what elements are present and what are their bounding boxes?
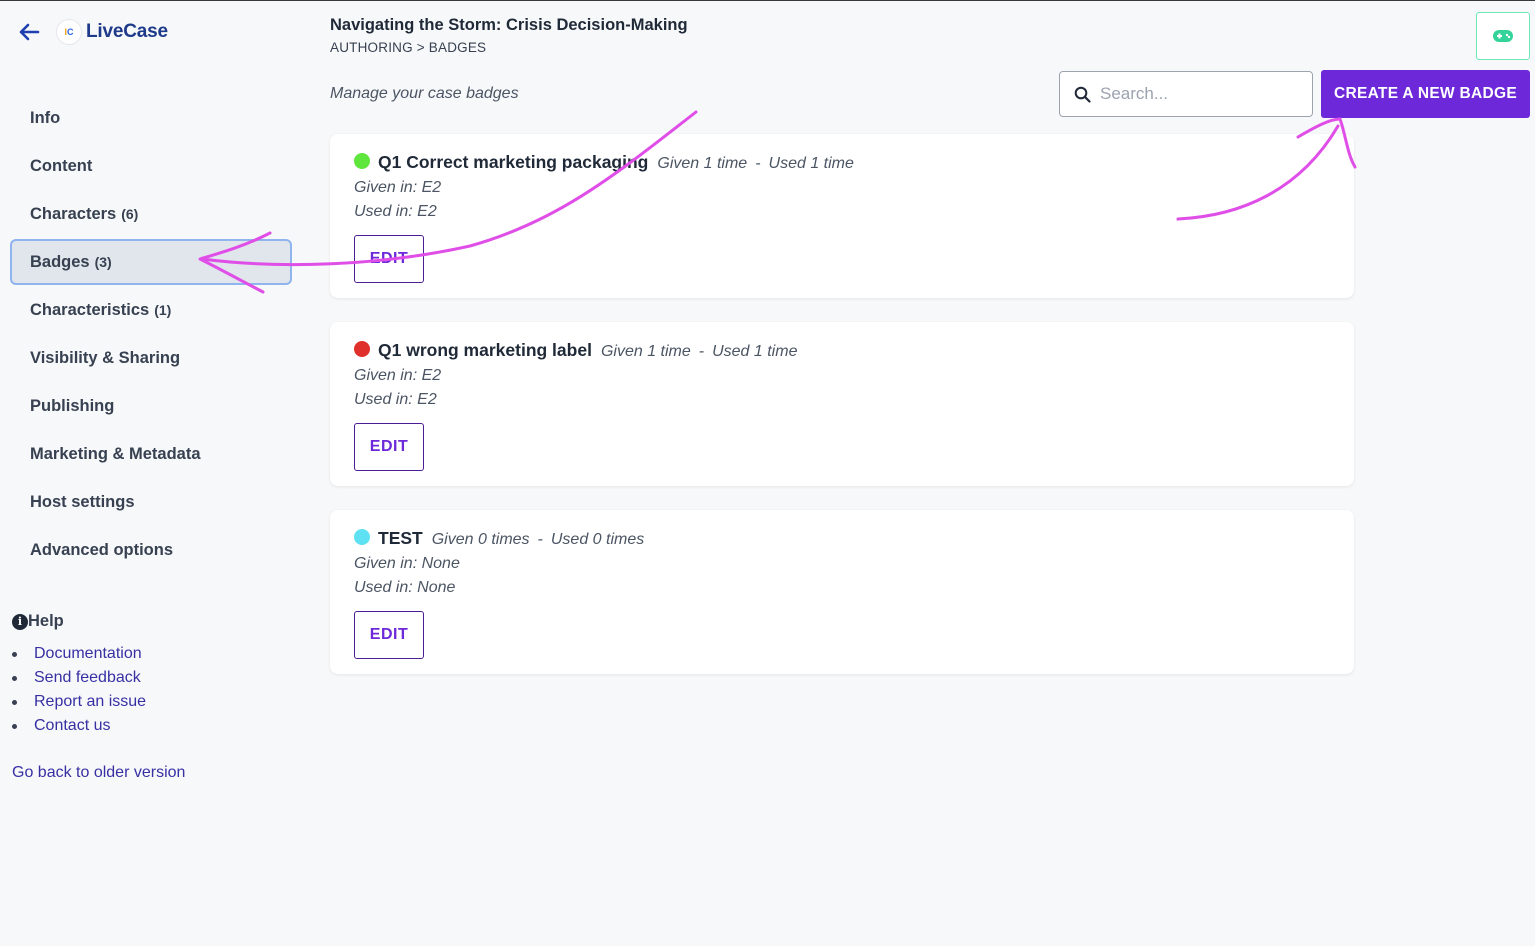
sidebar-item-visibility-sharing[interactable]: Visibility & Sharing <box>10 335 292 381</box>
sidebar-item-label: Content <box>30 156 93 175</box>
search-icon <box>1074 86 1091 103</box>
sidebar-item-characters[interactable]: Characters (6) <box>10 191 292 237</box>
sidebar-nav: Info Content Characters (6) Badges (3) Cha… <box>10 95 292 575</box>
report-issue-link[interactable]: Report an issue <box>34 693 146 711</box>
sidebar-item-label: Characters <box>30 204 117 223</box>
edit-button[interactable]: EDIT <box>354 611 424 659</box>
gamepad-icon <box>1493 30 1513 42</box>
badge-name: TEST <box>378 528 423 548</box>
badge-given: Given 1 time <box>600 343 691 360</box>
list-item: Contact us <box>12 714 146 738</box>
badge-given-in: Given in: E2 <box>354 179 442 196</box>
send-feedback-link[interactable]: Send feedback <box>34 669 141 687</box>
sidebar-item-count: (3) <box>94 254 112 270</box>
badge-stats: Given 1 time - Used 1 time <box>601 343 798 361</box>
page-title: Navigating the Storm: Crisis Decision-Ma… <box>330 16 688 34</box>
badge-name: Q1 wrong marketing label <box>378 340 592 360</box>
bullet <box>12 675 17 681</box>
sidebar: IC LiveCase Info Content Characters (6) B… <box>0 1 310 946</box>
page-subtitle: Manage your case badges <box>330 85 519 102</box>
badge-card: TEST Given 0 times - Used 0 times Given in… <box>330 510 1354 674</box>
badge-stats: Given 1 time - Used 1 time <box>657 155 854 173</box>
badge-used-in: Used in: E2 <box>354 391 437 408</box>
bullet <box>12 651 17 657</box>
sidebar-item-publishing[interactable]: Publishing <box>10 383 292 429</box>
arrow-left-icon[interactable] <box>16 19 42 45</box>
search-box <box>1059 71 1313 117</box>
badge-given-in: Given in: E2 <box>354 367 442 384</box>
sidebar-item-host-settings[interactable]: Host settings <box>10 479 292 525</box>
badge-header: Q1 Correct marketing packaging Given 1 t… <box>354 152 1330 173</box>
badge-header: TEST Given 0 times - Used 0 times <box>354 528 1330 549</box>
badge-used: Used 0 times <box>550 531 645 548</box>
sidebar-item-content[interactable]: Content <box>10 143 292 189</box>
badge-card: Q1 Correct marketing packaging Given 1 t… <box>330 134 1354 298</box>
sidebar-item-label: Publishing <box>30 396 115 415</box>
help-section: i Help Documentation Send feedback Repor… <box>12 612 146 738</box>
badge-used-in: Used in: E2 <box>354 203 437 220</box>
breadcrumb: AUTHORING > BADGES <box>330 40 487 55</box>
edit-button[interactable]: EDIT <box>354 235 424 283</box>
older-version-link[interactable]: Go back to older version <box>12 764 185 782</box>
brand: IC LiveCase <box>16 19 168 45</box>
list-item: Documentation <box>12 642 146 666</box>
help-title-label: Help <box>28 612 64 630</box>
badge-stats: Given 0 times - Used 0 times <box>432 531 645 549</box>
stat-separator: - <box>537 531 543 548</box>
help-title: i Help <box>12 612 146 631</box>
sidebar-item-label: Marketing & Metadata <box>30 444 201 463</box>
badge-card: Q1 wrong marketing label Given 1 time - Us… <box>330 322 1354 486</box>
sidebar-item-advanced-options[interactable]: Advanced options <box>10 527 292 573</box>
sidebar-item-count: (1) <box>154 302 172 318</box>
sidebar-item-characteristics[interactable]: Characteristics (1) <box>10 287 292 333</box>
contact-us-link[interactable]: Contact us <box>34 717 110 735</box>
list-item: Send feedback <box>12 666 146 690</box>
info-icon: i <box>12 613 28 630</box>
list-item: Report an issue <box>12 690 146 714</box>
badge-given-in: Given in: None <box>354 555 460 572</box>
brand-name: LiveCase <box>86 21 168 42</box>
bullet <box>12 699 17 705</box>
game-button[interactable] <box>1476 12 1530 60</box>
sidebar-item-label: Badges <box>30 252 90 271</box>
sidebar-item-marketing-metadata[interactable]: Marketing & Metadata <box>10 431 292 477</box>
create-badge-button[interactable]: CREATE A NEW BADGE <box>1321 70 1530 118</box>
badge-used-in: Used in: None <box>354 579 456 596</box>
sidebar-item-label: Characteristics <box>30 300 150 319</box>
badge-used: Used 1 time <box>712 343 798 360</box>
sidebar-item-label: Visibility & Sharing <box>30 348 181 367</box>
edit-button[interactable]: EDIT <box>354 423 424 471</box>
sidebar-item-label: Advanced options <box>30 540 174 559</box>
sidebar-item-info[interactable]: Info <box>10 95 292 141</box>
search-input[interactable] <box>1100 84 1290 104</box>
badge-color-dot <box>354 341 370 357</box>
sidebar-item-label: Host settings <box>30 492 135 511</box>
badge-header: Q1 wrong marketing label Given 1 time - Us… <box>354 340 1330 361</box>
badge-color-dot <box>354 529 370 545</box>
sidebar-item-label: Info <box>30 108 61 127</box>
badge-used: Used 1 time <box>768 155 854 172</box>
sidebar-item-count: (6) <box>121 206 139 222</box>
badge-name: Q1 Correct marketing packaging <box>378 152 649 172</box>
badge-color-dot <box>354 153 370 169</box>
stat-separator: - <box>698 343 705 360</box>
stat-separator: - <box>755 155 761 172</box>
bullet <box>12 723 17 729</box>
livecase-logo: IC <box>56 19 82 45</box>
badge-given: Given 1 time <box>657 155 748 172</box>
documentation-link[interactable]: Documentation <box>34 645 142 663</box>
sidebar-item-badges[interactable]: Badges (3) <box>10 239 292 285</box>
badge-given: Given 0 times <box>431 531 530 548</box>
help-links: Documentation Send feedback Report an is… <box>12 642 146 738</box>
